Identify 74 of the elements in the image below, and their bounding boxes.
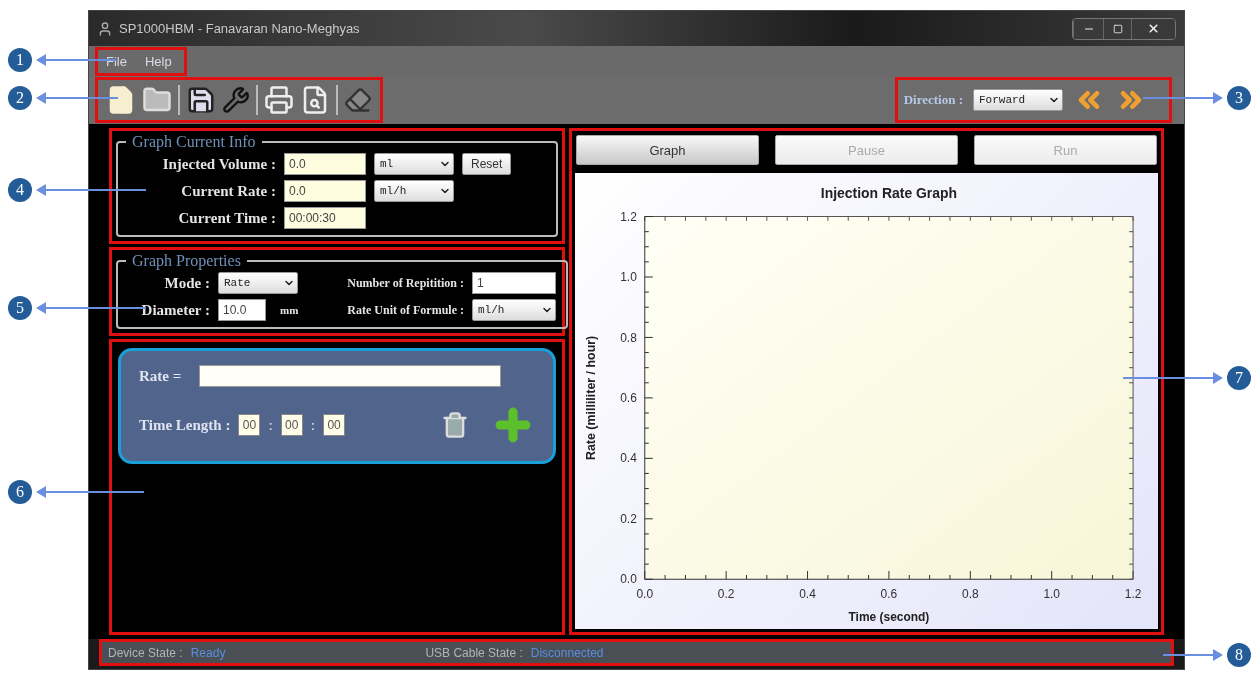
x-tick-label: 0.0 xyxy=(636,586,654,601)
eraser-icon[interactable] xyxy=(344,86,372,114)
x-tick-label: 0.6 xyxy=(880,586,898,601)
app-icon xyxy=(97,20,113,37)
group-title: Graph Current Info xyxy=(131,133,257,151)
unit-dropdown[interactable]: ml/h xyxy=(374,180,454,202)
y-tick-label: 1.2 xyxy=(620,209,637,224)
callout-badge: 6 xyxy=(8,480,32,504)
field-label: Current Time : xyxy=(177,209,276,227)
callout-badge: 8 xyxy=(1227,643,1251,667)
x-tick-label: 0.2 xyxy=(717,586,735,601)
status-value: Disconnected xyxy=(530,645,604,660)
minimize-button[interactable] xyxy=(1073,18,1103,39)
field-label: Diameter : xyxy=(140,301,210,319)
x-tick-label: 1.2 xyxy=(1124,586,1142,601)
status-label: Device State : xyxy=(108,645,183,660)
unit-label: mm xyxy=(280,304,300,316)
field-label: Injected Volume : xyxy=(161,155,276,173)
time-separator: : xyxy=(268,417,273,433)
time-field[interactable]: 00 xyxy=(280,414,303,436)
x-tick-label: 1.0 xyxy=(1043,586,1060,601)
callout-badge: 5 xyxy=(8,296,32,320)
field-label: Time Length : xyxy=(139,416,231,434)
current-rate-field[interactable]: 0.0 xyxy=(284,180,366,202)
status-value: Ready xyxy=(190,645,226,660)
time-field[interactable]: 00 xyxy=(238,414,261,436)
field-label: Mode : xyxy=(163,274,210,292)
maximize-button[interactable] xyxy=(1103,18,1131,39)
close-button[interactable] xyxy=(1131,18,1175,39)
field-label: Rate = xyxy=(139,367,182,385)
rate-formula-field[interactable] xyxy=(199,365,502,387)
diameter-field[interactable]: 10.0 xyxy=(218,299,266,321)
direction-label: Direction : xyxy=(903,92,963,108)
field-label: Number of Repitition : xyxy=(346,275,464,291)
field-label: Current Rate : xyxy=(180,182,276,200)
reset-button[interactable]: Reset xyxy=(462,153,512,175)
callout-badge: 4 xyxy=(8,178,32,202)
callout-badge: 2 xyxy=(8,86,32,110)
callout-badge: 7 xyxy=(1227,366,1251,390)
mode-dropdown[interactable]: Rate xyxy=(218,272,298,294)
recycle-bin-icon[interactable] xyxy=(441,411,469,439)
rate-unit-dropdown[interactable]: ml/h xyxy=(472,299,556,321)
chart-title: Injection Rate Graph xyxy=(820,184,958,201)
y-axis-label: Rate (milliliter / hour) xyxy=(584,335,598,460)
group-title: Graph Properties xyxy=(131,252,242,270)
menu-item[interactable]: Help xyxy=(144,53,172,69)
window-title: SP1000HBM - Fanavaran Nano-Meghyas xyxy=(119,21,361,36)
y-tick-label: 0.2 xyxy=(620,511,637,526)
time-separator: : xyxy=(310,417,316,433)
repetition-field[interactable]: 1 xyxy=(472,272,556,294)
direction-dropdown[interactable]: Forward xyxy=(973,89,1063,111)
unit-dropdown[interactable]: ml xyxy=(374,153,454,175)
y-tick-label: 0.0 xyxy=(620,572,637,587)
injected-volume-field[interactable]: 0.0 xyxy=(284,153,366,175)
y-tick-label: 0.8 xyxy=(620,330,637,345)
graph-control-button[interactable]: Graph xyxy=(576,135,759,165)
save-icon[interactable] xyxy=(186,85,216,115)
time-field[interactable]: 00 xyxy=(323,414,346,436)
callout-badge: 3 xyxy=(1227,86,1251,110)
callout-badge: 1 xyxy=(8,48,32,72)
x-tick-label: 0.8 xyxy=(962,586,979,601)
maximize-icon xyxy=(1112,23,1123,34)
x-tick-label: 0.4 xyxy=(799,586,816,601)
current-time-field[interactable]: 00:00:30 xyxy=(284,207,366,229)
wrench-icon[interactable] xyxy=(222,86,250,114)
status-label: USB Cable State : xyxy=(425,645,523,660)
printer-icon[interactable] xyxy=(264,85,294,115)
callout-arrow xyxy=(1163,649,1223,661)
x-axis-label: Time (second) xyxy=(848,609,930,624)
y-tick-label: 0.6 xyxy=(620,390,637,406)
y-tick-label: 0.4 xyxy=(620,451,637,466)
close-icon xyxy=(1147,22,1160,35)
field-label: Rate Unit of Formule : xyxy=(346,302,464,318)
y-tick-label: 1.0 xyxy=(620,269,637,285)
